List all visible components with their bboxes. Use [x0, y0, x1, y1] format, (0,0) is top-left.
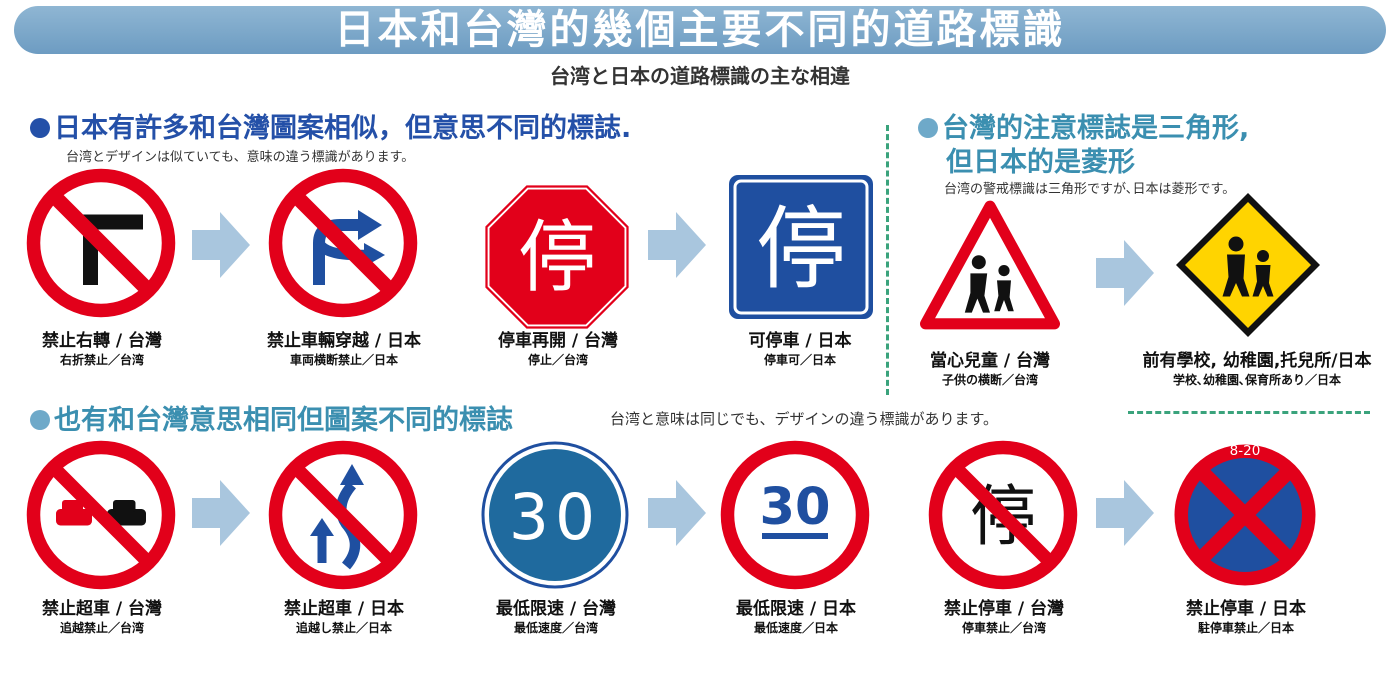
arrow-right-icon	[1096, 480, 1154, 546]
page-title: 日本和台灣的幾個主要不同的道路標識	[334, 7, 1066, 53]
section-3-heading: 也有和台灣意思相同但圖案不同的標誌	[30, 398, 513, 437]
caption-parking-ok-jp: 可停車 / 日本 停車可／日本	[748, 331, 852, 367]
min-speed-value-jp: 30	[760, 478, 831, 537]
children-warning-triangle	[920, 200, 1060, 330]
no-overtaking-sign-jp	[268, 440, 418, 590]
no-stop-time-range: 8-20	[1230, 443, 1261, 459]
bullet-dot-icon	[918, 118, 938, 138]
no-overtaking-sign-tw	[26, 440, 176, 590]
horizontal-divider	[1128, 411, 1370, 414]
min-speed-value-tw: 30	[509, 481, 601, 554]
section-2-heading-line2: 但日本的是菱形	[946, 147, 1135, 178]
arrow-right-icon	[648, 212, 706, 278]
caption-min-speed-jp: 最低限速 / 日本 最低速度／日本	[735, 599, 857, 635]
caption-no-stop-jp: 禁止停車 / 日本 駐停車禁止／日本	[1185, 599, 1307, 635]
caption-stop-tw: 停車再開 / 台灣 停止／台湾	[497, 331, 619, 367]
section-3-heading-text: 也有和台灣意思相同但圖案不同的標誌	[54, 405, 513, 436]
caption-no-stop-tw: 禁止停車 / 台灣 停車禁止／台湾	[943, 599, 1065, 635]
arrow-right-icon	[648, 480, 706, 546]
arrow-right-icon	[1096, 240, 1154, 306]
caption-no-right-turn-tw: 禁止右轉 / 台灣 右折禁止／台湾	[41, 331, 163, 367]
caption-no-overtake-tw: 禁止超車 / 台灣 追越禁止／台湾	[41, 599, 163, 635]
bullet-dot-icon	[30, 410, 50, 430]
page-subtitle: 台湾と日本の道路標識の主な相違	[550, 64, 850, 88]
section-1-heading: 日本有許多和台灣圖案相似，但意思不同的標誌.	[30, 106, 631, 145]
caption-min-speed-tw: 最低限速 / 台灣 最低速度／台湾	[495, 599, 617, 635]
arrow-right-icon	[192, 212, 250, 278]
caption-children-tw: 當心兒童 / 台灣 子供の横断／台湾	[929, 351, 1051, 387]
stopping-allowed-sign: 停	[726, 172, 876, 322]
section-1-note: 台湾とデザインは似ていても、意味の違う標識があります。	[66, 150, 415, 165]
school-zone-diamond	[1170, 190, 1326, 340]
title-banner: 日本和台灣的幾個主要不同的道路標識	[14, 6, 1386, 54]
minimum-speed-sign-jp: 30	[720, 440, 870, 590]
bullet-dot-icon	[30, 118, 50, 138]
parking-glyph: 停	[756, 197, 846, 302]
no-stopping-sign-tw: 停	[928, 440, 1078, 590]
section-1-heading-text: 日本有許多和台灣圖案相似，但意思不同的標誌.	[54, 113, 632, 144]
no-stopping-sign-jp: 8-20	[1170, 440, 1320, 590]
section-3-note: 台湾と意味は同じでも、デザインの違う標識があります。	[610, 410, 999, 428]
minimum-speed-sign-tw: 30	[480, 440, 630, 590]
stop-glyph: 停	[518, 213, 596, 303]
no-right-turn-sign	[26, 168, 176, 318]
no-vehicle-crossing-sign	[268, 168, 418, 318]
stop-sign-octagon: 停	[482, 182, 632, 332]
caption-no-overtake-jp: 禁止超車 / 日本 追越し禁止／日本	[283, 599, 405, 635]
caption-no-crossing-jp: 禁止車輛穿越 / 日本 車両横断禁止／日本	[266, 331, 422, 367]
caption-school-jp: 前有學校, 幼稚園,托兒所/日本 学校､幼稚園､保育所あり／日本	[1142, 351, 1372, 387]
arrow-right-icon	[192, 480, 250, 546]
